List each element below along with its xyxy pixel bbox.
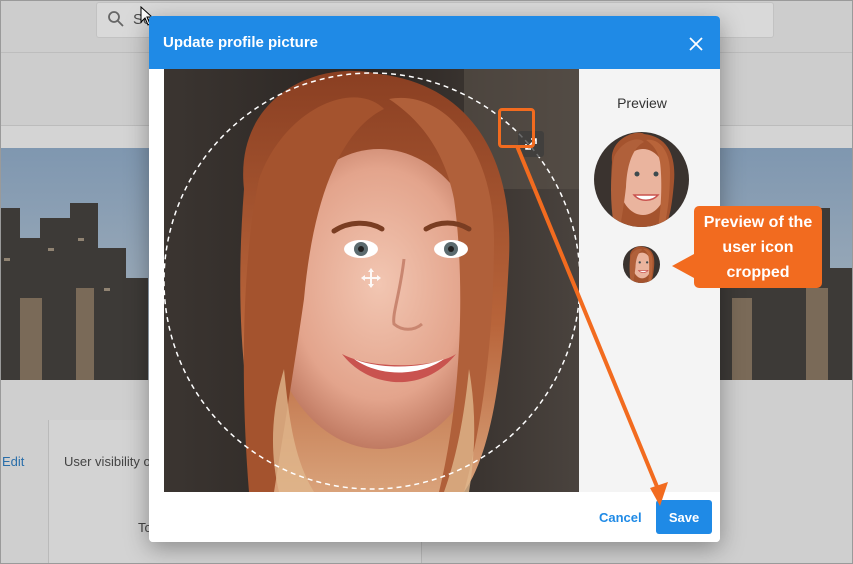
background-visibility-label: User visibility o	[64, 454, 151, 469]
dialog-header: Update profile picture	[149, 16, 720, 69]
preview-large-avatar	[594, 132, 689, 227]
annotation-callout-tail	[672, 254, 694, 278]
close-button[interactable]	[685, 33, 707, 55]
move-icon[interactable]	[360, 267, 382, 289]
cancel-button[interactable]: Cancel	[595, 508, 646, 527]
preview-small-avatar	[623, 246, 660, 283]
preview-label: Preview	[617, 95, 667, 111]
dialog-title: Update profile picture	[163, 34, 319, 51]
update-profile-picture-dialog: Update profile picture Preview Cancel Sa…	[149, 16, 720, 542]
background-edit-link[interactable]: Edit	[2, 454, 24, 469]
dialog-footer: Cancel Save	[149, 492, 720, 542]
annotation-callout: Preview of the user icon cropped	[694, 206, 822, 288]
close-icon	[689, 37, 703, 51]
annotation-highlight-box	[498, 108, 535, 148]
save-button[interactable]: Save	[656, 500, 712, 534]
search-icon	[108, 11, 124, 27]
